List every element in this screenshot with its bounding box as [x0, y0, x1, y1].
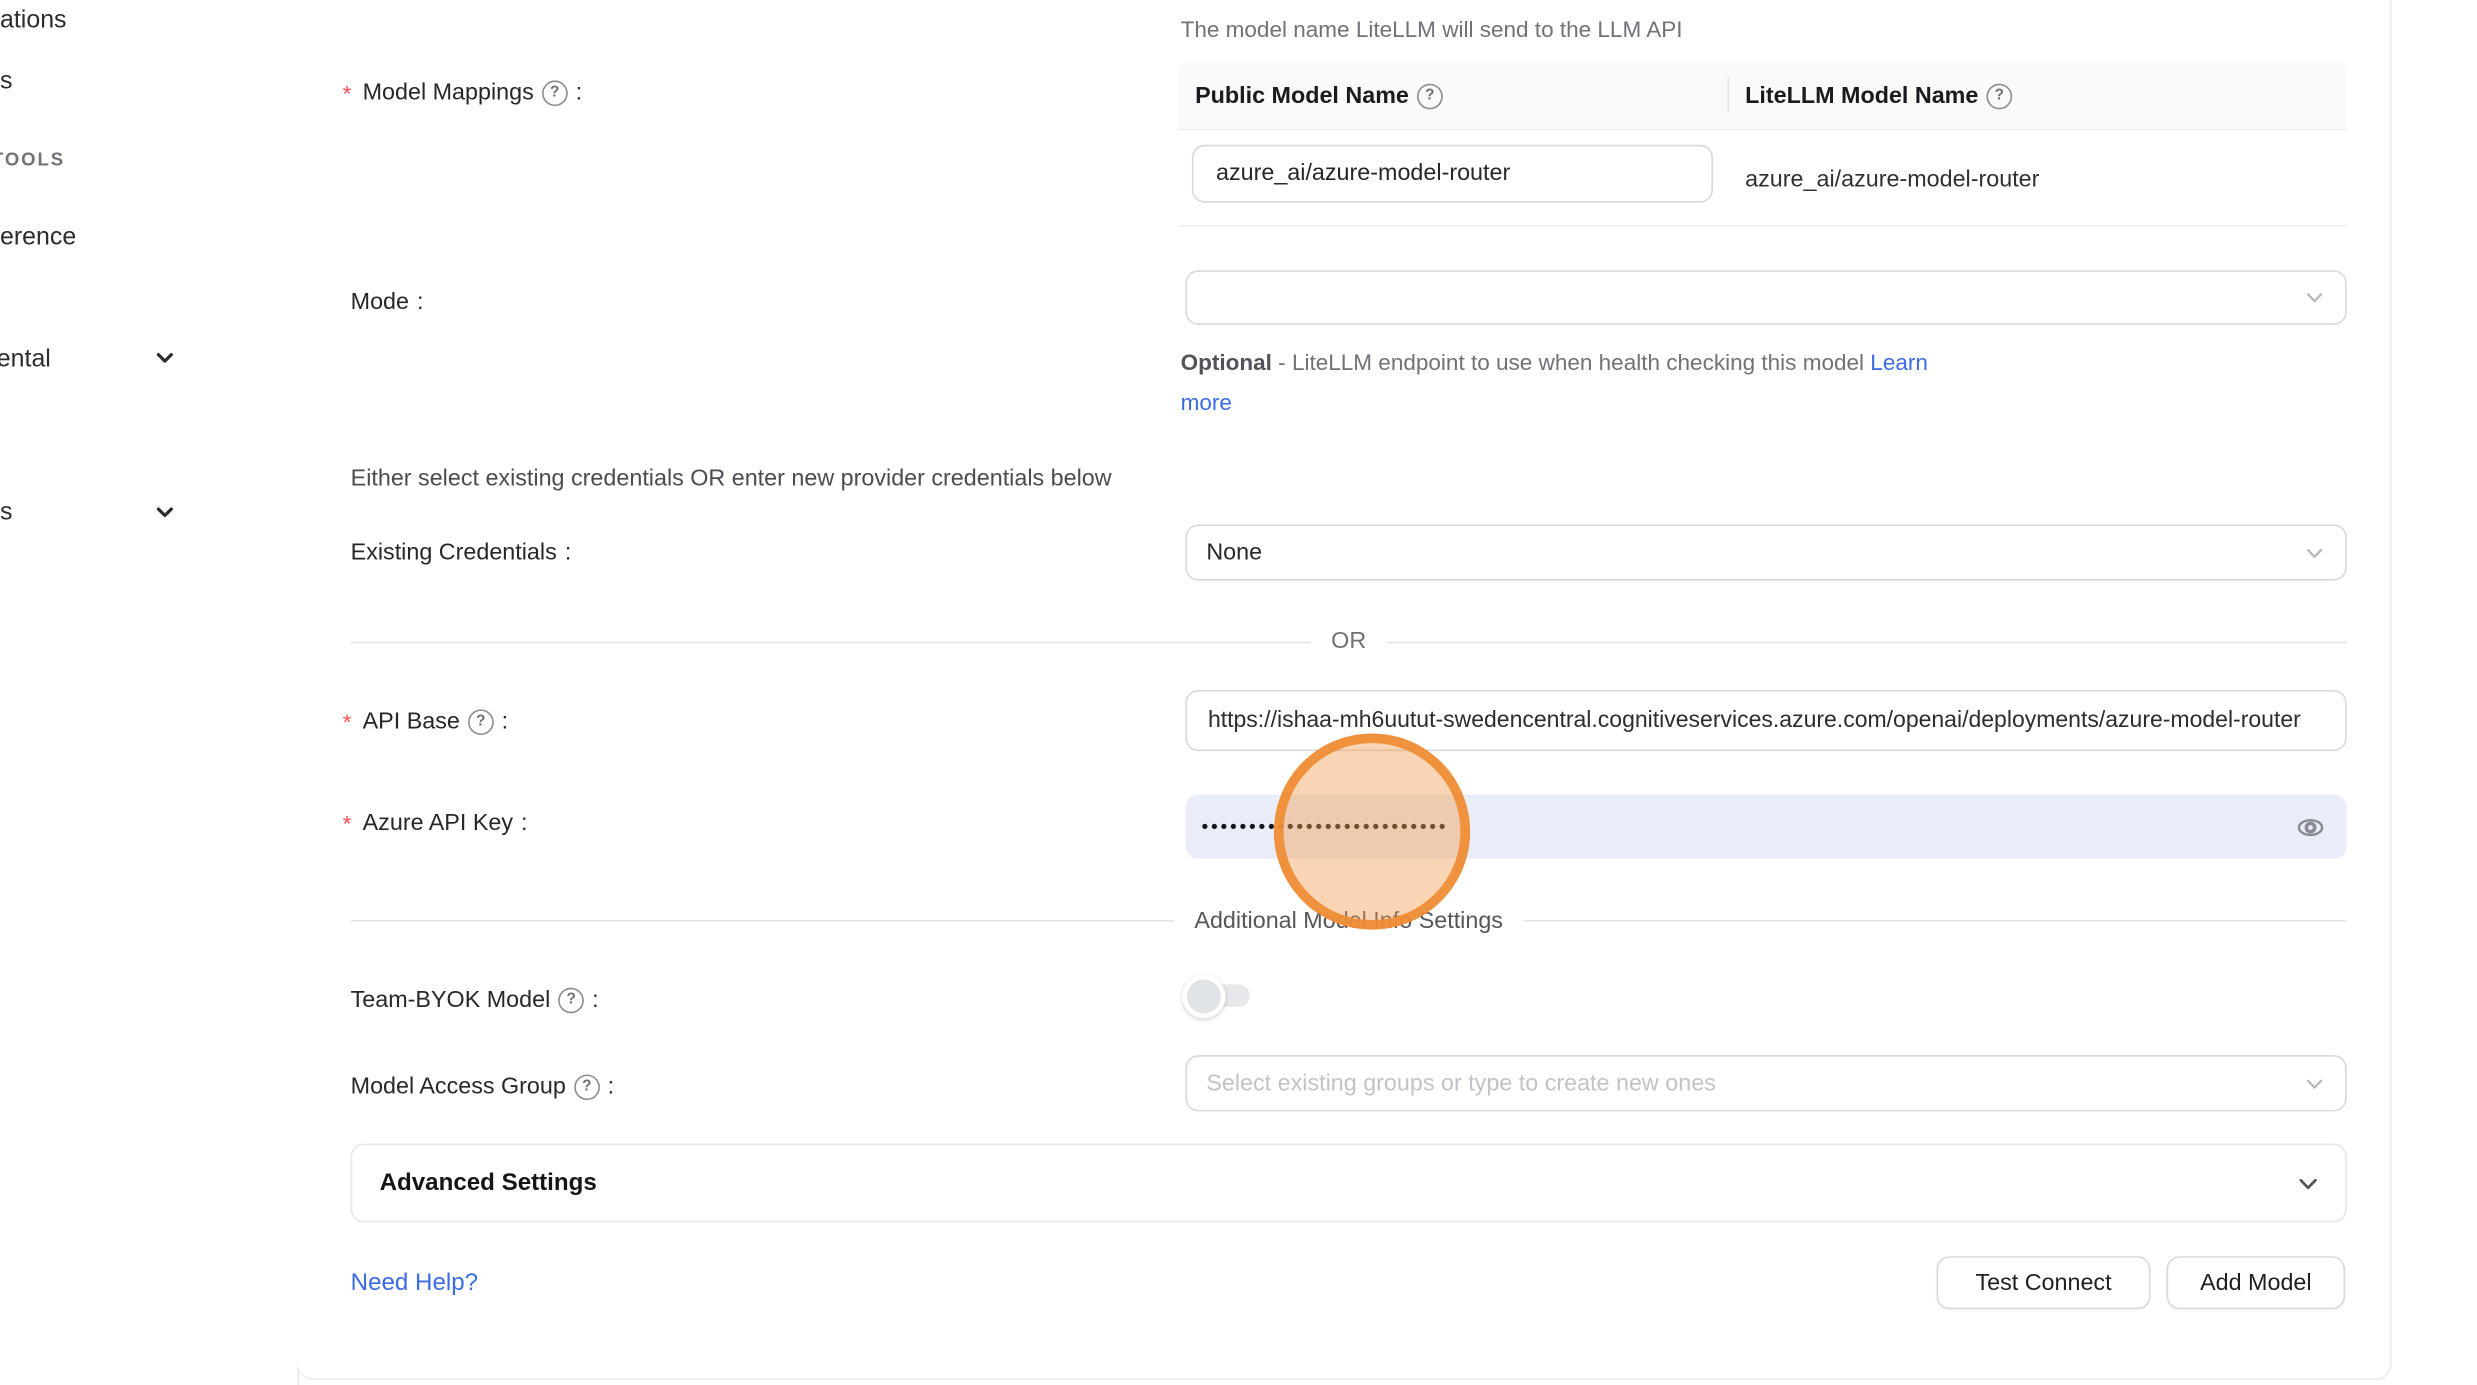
mode-help-line1: Optional - LiteLLM endpoint to use when …: [1181, 349, 1928, 375]
model-access-group-label: Model Access Group :: [351, 1074, 615, 1100]
existing-credentials-value: None: [1187, 540, 1262, 566]
click-highlight-circle: [1274, 733, 1470, 929]
chevron-down-icon: [2305, 1074, 2324, 1093]
chevron-down-icon: [2305, 288, 2324, 307]
litellm-model-name-value: azure_ai/azure-model-router: [1745, 167, 2039, 193]
model-access-group-placeholder: Select existing groups or type to create…: [1187, 1070, 1716, 1096]
table-row-border: [1177, 225, 2346, 227]
help-icon[interactable]: [542, 80, 568, 106]
model-mappings-label: * Model Mappings :: [343, 80, 582, 106]
azure-api-key-label: * Azure API Key :: [343, 812, 528, 835]
learn-more-link-line2[interactable]: more: [1181, 389, 1232, 415]
chevron-down-icon: [2305, 543, 2324, 562]
advanced-settings-panel[interactable]: Advanced Settings: [351, 1144, 2347, 1223]
public-model-name-input[interactable]: azure_ai/azure-model-router: [1192, 145, 1713, 203]
team-byok-label: Team-BYOK Model :: [351, 988, 599, 1014]
required-asterisk: *: [343, 813, 352, 836]
team-byok-toggle[interactable]: [1189, 984, 1250, 1007]
api-base-value: https://ishaa-mh6uutut-swedencentral.cog…: [1187, 708, 2301, 734]
sidebar-item-experimental[interactable]: ental: [0, 347, 51, 372]
toggle-knob: [1182, 974, 1225, 1017]
mode-label: Mode :: [351, 291, 424, 314]
chevron-down-icon[interactable]: [154, 347, 175, 376]
need-help-link[interactable]: Need Help?: [351, 1269, 478, 1296]
help-icon[interactable]: [558, 988, 584, 1014]
mode-select[interactable]: [1185, 270, 2346, 325]
chevron-down-icon[interactable]: [2297, 1173, 2320, 1196]
public-model-name-value: azure_ai/azure-model-router: [1193, 161, 1510, 187]
sidebar-item[interactable]: ations: [0, 8, 67, 33]
column-header-public-model-name: Public Model Name: [1195, 84, 1443, 110]
sidebar: ations s TOOLS erence ental s: [0, 0, 299, 1385]
sidebar-section-label: TOOLS: [0, 153, 65, 171]
column-header-litellm-model-name: LiteLLM Model Name: [1745, 84, 2012, 110]
help-icon[interactable]: [468, 709, 494, 735]
help-icon[interactable]: [1986, 84, 2012, 110]
api-base-label: * API Base :: [343, 709, 509, 735]
credentials-note: Either select existing credentials OR en…: [351, 466, 1112, 492]
chevron-down-icon[interactable]: [154, 502, 175, 531]
eye-icon[interactable]: [2297, 814, 2324, 841]
model-access-group-select[interactable]: Select existing groups or type to create…: [1185, 1055, 2346, 1111]
required-asterisk: *: [343, 82, 352, 105]
learn-more-link[interactable]: Learn: [1870, 349, 1928, 375]
help-icon[interactable]: [574, 1074, 600, 1100]
existing-credentials-select[interactable]: None: [1185, 524, 2346, 580]
test-connect-button[interactable]: Test Connect: [1937, 1256, 2151, 1309]
help-icon[interactable]: [1417, 84, 1443, 110]
model-name-helper-text: The model name LiteLLM will send to the …: [1181, 16, 1683, 42]
column-separator: [1727, 77, 1729, 112]
advanced-settings-title: Advanced Settings: [352, 1169, 597, 1196]
or-divider: OR: [351, 631, 2347, 654]
existing-credentials-label: Existing Credentials :: [351, 542, 572, 565]
sidebar-item[interactable]: s: [0, 69, 12, 94]
required-asterisk: *: [343, 711, 352, 734]
sidebar-item-settings[interactable]: s: [0, 500, 12, 525]
sidebar-item[interactable]: erence: [0, 225, 76, 250]
add-model-button[interactable]: Add Model: [2167, 1256, 2346, 1309]
add-model-page: ations s TOOLS erence ental s The model …: [0, 0, 2477, 1385]
